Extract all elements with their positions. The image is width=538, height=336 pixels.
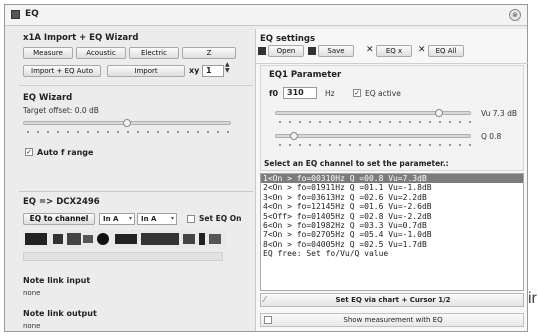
channel-list-item[interactable]: 8<On > fo=04005Hz Q =02.5 Vu=1.7dB [261, 240, 523, 249]
eq-all-button[interactable]: EQ All [428, 45, 464, 57]
channel-list-item[interactable]: 2<On > fo=01911Hz Q =01.1 Vu=-1.8dB [261, 183, 523, 192]
save-button[interactable]: Save [318, 45, 354, 57]
toolbar: Open Save ✕ EQ x ✕ EQ All [256, 45, 528, 59]
show-measurement-label: Show measurement with EQ [343, 316, 443, 324]
channel-list[interactable]: 1<On > fo=00310Hz Q =00.8 Vu=7.3dB 2<On >… [260, 173, 524, 291]
auto-f-range-label: Auto f range [37, 148, 94, 157]
channel-list-item[interactable]: EQ free: Set fo/Vu/Q value [261, 249, 523, 258]
set-via-chart-row[interactable]: ⁄ Set EQ via chart + Cursor 1/2 [260, 293, 524, 307]
target-offset-thumb[interactable] [123, 119, 131, 127]
param-title: EQ1 Parameter [269, 70, 342, 80]
channel-select-a[interactable]: In A ▾ [99, 213, 135, 225]
vu-slider-thumb[interactable] [434, 109, 443, 117]
channel-list-item[interactable]: 7<On > fo=02705Hz Q =05.4 Vu=-1.0dB [261, 230, 523, 239]
q-slider[interactable] [275, 134, 471, 138]
set-eq-on-checkbox[interactable] [187, 215, 195, 223]
z-button[interactable]: Z [182, 47, 236, 59]
vu-value: Vu 7.3 dB [481, 109, 517, 118]
eq-x-button[interactable]: EQ x [376, 45, 412, 57]
xy-spinner[interactable]: 1 [202, 65, 224, 77]
q-value: Q 0.8 [481, 132, 502, 141]
select-channel-prompt: Select an EQ channel to set the paramete… [264, 159, 449, 168]
divider [256, 63, 528, 64]
app-icon [11, 10, 20, 19]
eq-to-channel-button[interactable]: EQ to channel [23, 213, 95, 225]
note-link-output-value: none [23, 322, 41, 330]
divider [19, 85, 253, 86]
chevron-down-icon: ▾ [170, 215, 174, 222]
slider-ticks [275, 144, 471, 146]
import-section-title: x1A Import + EQ Wizard [23, 33, 139, 43]
dcx-panel: EQ => DCX2496 EQ to channel In A ▾ In A ▾ … [19, 191, 253, 331]
channel-select-b-value: In A [141, 215, 157, 223]
xy-label: xy [189, 66, 200, 75]
chevron-down-icon: ▾ [128, 215, 132, 222]
set-eq-on-label: Set EQ On [199, 214, 242, 223]
channel-select-a-value: In A [103, 215, 119, 223]
channel-list-item[interactable]: 3<On > fo=03613Hz Q =02.6 Vu=2.2dB [261, 193, 523, 202]
spinner-arrows-icon[interactable]: ▲ ▼ [225, 62, 230, 74]
channel-list-item[interactable]: 4<On > fo=12145Hz Q =01.6 Vu=-2.6dB [261, 202, 523, 211]
eq-x-icon: ✕ [366, 45, 374, 55]
import-eq-auto-button[interactable]: Import + EQ Auto [23, 65, 101, 77]
parameter-box: EQ1 Parameter f0 310 Hz ✓ EQ active Vu 7… [260, 65, 524, 171]
window-title: EQ [25, 9, 39, 19]
channel-select-b[interactable]: In A ▾ [137, 213, 177, 225]
q-slider-thumb[interactable] [290, 132, 299, 140]
set-via-chart-button[interactable]: Set EQ via chart + Cursor 1/2 [261, 296, 525, 304]
open-icon [258, 47, 266, 55]
channel-list-item[interactable]: 1<On > fo=00310Hz Q =00.8 Vu=7.3dB [261, 174, 523, 184]
slider-ticks [275, 121, 471, 123]
import-button[interactable]: Import [107, 65, 185, 77]
background-text: ir [528, 290, 537, 307]
dcx2496-device-image [23, 230, 227, 248]
note-link-input-label: Note link input [23, 276, 91, 285]
eq-window: EQ ⊗ x1A Import + EQ Wizard Measure Acou… [4, 4, 528, 332]
eq-active-label: EQ active [365, 89, 401, 98]
auto-f-range-checkbox[interactable]: ✓ [25, 148, 33, 156]
f0-input[interactable]: 310 [283, 87, 317, 99]
eq-wizard-title: EQ Wizard [23, 93, 73, 103]
slider-ticks [23, 131, 231, 133]
import-panel: x1A Import + EQ Wizard Measure Acoustic … [19, 29, 253, 187]
hz-label: Hz [325, 89, 335, 98]
device-display-bar [23, 252, 223, 261]
target-offset-label: Target offset: 0.0 dB [23, 106, 99, 115]
acoustic-button[interactable]: Acoustic [76, 47, 126, 59]
f0-label: f0 [269, 89, 279, 98]
note-link-output-label: Note link output [23, 309, 97, 318]
close-icon[interactable]: ⊗ [509, 9, 521, 21]
channel-list-item[interactable]: 6<On > fo=01982Hz Q =03.3 Vu=0.7dB [261, 221, 523, 230]
eq-all-icon: ✕ [418, 45, 426, 55]
channel-list-item[interactable]: 5<Off> fo=01405Hz Q =02.8 Vu=-2.2dB [261, 212, 523, 221]
eq-active-checkbox[interactable]: ✓ [353, 89, 361, 97]
measure-button[interactable]: Measure [23, 47, 73, 59]
eq-settings-title: EQ settings [260, 34, 316, 44]
note-link-input-value: none [23, 289, 41, 297]
open-button[interactable]: Open [268, 45, 304, 57]
electric-button[interactable]: Electric [129, 47, 179, 59]
eq-settings-panel: EQ settings Open Save ✕ EQ x ✕ EQ All EQ… [255, 29, 528, 331]
title-bar: EQ ⊗ [5, 5, 527, 26]
save-icon [308, 47, 316, 55]
show-measurement-row[interactable]: Show measurement with EQ [260, 313, 524, 327]
dcx-title: EQ => DCX2496 [23, 197, 100, 207]
